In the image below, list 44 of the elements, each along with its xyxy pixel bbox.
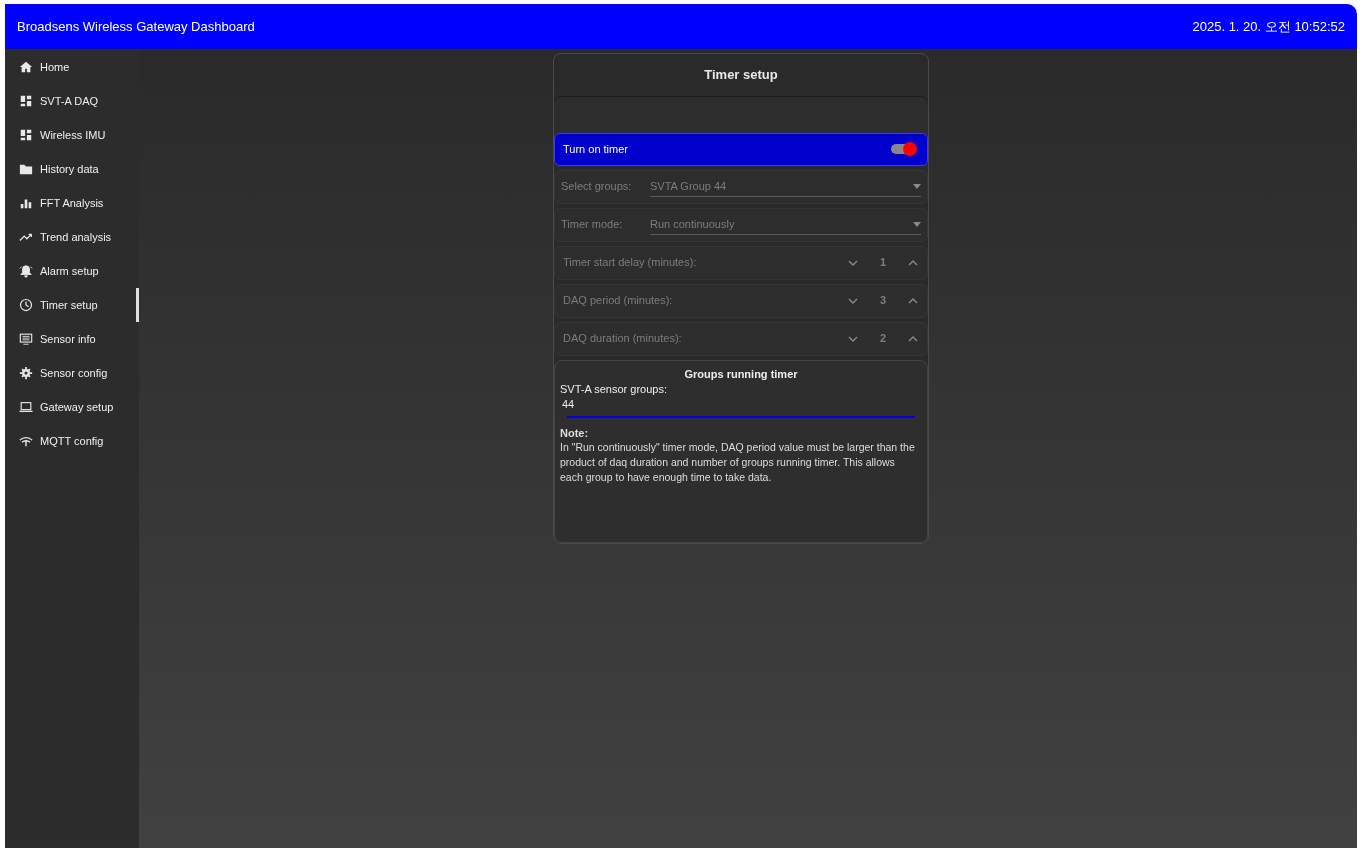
chevron-up-icon[interactable] <box>908 259 918 266</box>
toggle-switch[interactable] <box>891 142 917 156</box>
gear-icon <box>19 366 33 380</box>
folder-icon <box>19 162 33 176</box>
sidebar-item[interactable]: Alarm setup <box>5 254 139 288</box>
caret-icon <box>913 221 921 227</box>
field-label: DAQ duration (minutes): <box>562 331 683 347</box>
chevron-down-icon[interactable] <box>848 259 858 266</box>
sidebar-item[interactable]: Sensor info <box>5 322 139 356</box>
signal-icon <box>19 434 33 448</box>
sidebar-item[interactable]: History data <box>5 152 139 186</box>
field-label: Select groups: <box>561 179 633 195</box>
dashboard-icon <box>19 128 33 142</box>
app-title: Broadsens Wireless Gateway Dashboard <box>17 17 255 36</box>
sidebar-item[interactable]: FFT Analysis <box>5 186 139 220</box>
chevron-down-icon[interactable] <box>848 297 858 304</box>
date-time: 2025. 1. 20. 오전 10:52:52 <box>1192 17 1345 36</box>
groups-value: 44 <box>561 397 576 412</box>
alarm-icon <box>19 264 33 278</box>
groups-label: SVT-A sensor groups: <box>560 382 668 396</box>
chevron-up-icon[interactable] <box>908 297 918 304</box>
sidebar-item[interactable]: MQTT config <box>5 424 139 458</box>
chevron-up-icon[interactable] <box>908 335 918 342</box>
sidebar-item[interactable]: Trend analysis <box>5 220 139 254</box>
laptop-icon <box>19 400 33 414</box>
note-text: In "Run continuously" timer mode, DAQ period value must be larger than the product of daq duration and number of groups running timer. This allows each group to have enough time to take data. <box>560 440 916 485</box>
field-label: Timer mode: <box>561 217 624 233</box>
home-icon <box>19 60 33 74</box>
sidebar-item[interactable]: Home <box>5 50 139 84</box>
sidebar-item[interactable]: SVT-A DAQ <box>5 84 139 118</box>
chevron-down-icon[interactable] <box>848 335 858 342</box>
monitor-icon <box>19 332 33 346</box>
sidebar-item[interactable]: Wireless IMU <box>5 118 139 152</box>
field-label: Timer start delay (minutes): <box>562 255 698 271</box>
card-title: Timer setup <box>703 66 779 84</box>
panel-title: Groups running timer <box>683 366 799 382</box>
dashboard-icon <box>19 94 33 108</box>
note-title: Note: <box>560 426 590 440</box>
field-label: DAQ period (minutes): <box>562 293 674 309</box>
sidebar-item[interactable]: Sensor config <box>5 356 139 390</box>
clock-icon <box>19 298 33 312</box>
sidebar-item[interactable]: Gateway setup <box>5 390 139 424</box>
caret-icon <box>913 183 921 189</box>
toggle-label: Turn on timer <box>563 141 628 157</box>
